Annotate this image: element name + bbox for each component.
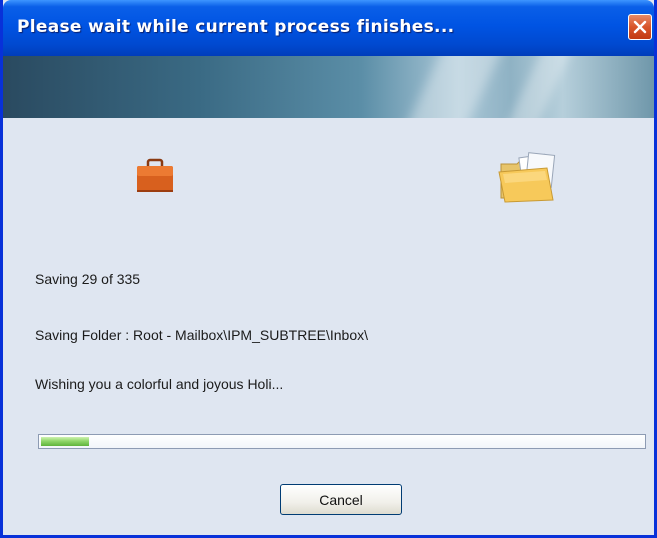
progress-bar-fill bbox=[41, 437, 89, 446]
current-folder-text: Saving Folder : Root - Mailbox\IPM_SUBTR… bbox=[35, 327, 369, 343]
cancel-button[interactable]: Cancel bbox=[280, 484, 402, 515]
close-button[interactable] bbox=[628, 14, 652, 40]
progress-count-text: Saving 29 of 335 bbox=[35, 271, 141, 287]
message-text: Wishing you a colorful and joyous Holi..… bbox=[35, 376, 284, 392]
window-title: Please wait while current process finish… bbox=[17, 17, 455, 37]
progress-dialog: Please wait while current process finish… bbox=[0, 0, 657, 538]
briefcase-icon bbox=[137, 158, 173, 192]
title-bar[interactable]: Please wait while current process finish… bbox=[3, 0, 654, 56]
folder-icon bbox=[498, 152, 556, 203]
progress-bar bbox=[38, 434, 646, 449]
close-icon bbox=[633, 20, 647, 34]
header-banner bbox=[3, 56, 654, 118]
